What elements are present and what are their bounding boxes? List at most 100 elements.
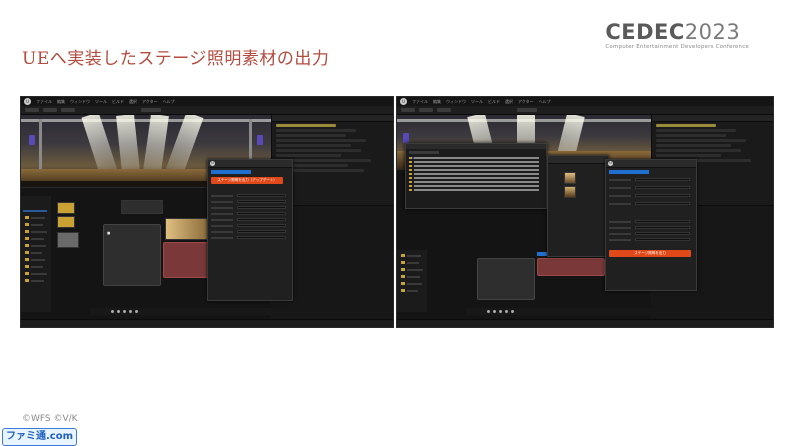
sequencer-timeline[interactable] [91, 308, 271, 315]
folder-tree-item[interactable] [31, 231, 47, 233]
property-row[interactable] [211, 206, 286, 209]
step-icon[interactable] [135, 310, 138, 313]
file-row[interactable] [409, 173, 539, 175]
toolbar-button[interactable] [419, 108, 433, 112]
menu-item-edit[interactable]: 編集 [433, 99, 441, 105]
toolbar-button[interactable] [25, 108, 39, 112]
menu-item-file[interactable]: ファイル [412, 99, 428, 105]
folder-tree-item[interactable] [407, 283, 422, 285]
property-row[interactable] [211, 212, 286, 215]
folder-tree-item[interactable] [407, 269, 423, 271]
menu-item-select[interactable]: 選択 [505, 99, 513, 105]
property-row[interactable] [211, 224, 286, 227]
step-icon[interactable] [129, 310, 132, 313]
play-button[interactable] [141, 108, 161, 112]
outliner-row[interactable] [276, 129, 356, 132]
sequencer-timeline[interactable] [467, 308, 651, 315]
outliner-row[interactable] [276, 149, 361, 152]
outliner-row[interactable] [656, 139, 746, 142]
outliner-row[interactable] [656, 149, 741, 152]
unreal-logo-icon[interactable]: U [24, 98, 31, 105]
tool-panel-tab[interactable] [609, 170, 649, 174]
outliner-row[interactable] [276, 124, 336, 127]
menu-item-actor[interactable]: アクター [142, 99, 158, 105]
property-row[interactable] [609, 226, 690, 229]
folder-tree-item[interactable] [31, 266, 43, 268]
property-row[interactable] [211, 230, 286, 233]
menu-item-window[interactable]: ウィンドウ [70, 99, 90, 105]
folder-tree-item[interactable] [407, 276, 420, 278]
folder-tree-item[interactable] [31, 259, 45, 261]
menu-item-actor[interactable]: アクター [518, 99, 534, 105]
property-row[interactable] [609, 194, 690, 197]
folder-tree-item[interactable] [31, 238, 44, 240]
graph-node-selected[interactable] [537, 258, 605, 276]
file-row[interactable] [409, 189, 539, 191]
folder-tree-item[interactable] [31, 252, 42, 254]
asset-folder-thumbnail[interactable] [57, 216, 75, 228]
folder-tree-item[interactable] [23, 210, 47, 212]
file-row[interactable] [409, 157, 539, 159]
asset-thumbnail[interactable] [564, 172, 576, 184]
outliner-row[interactable] [276, 154, 341, 157]
property-row[interactable] [609, 220, 690, 223]
outliner-row[interactable] [656, 129, 736, 132]
graph-node-selected[interactable] [163, 242, 209, 278]
file-row[interactable] [409, 181, 539, 183]
stage-preview-thumbnail[interactable] [165, 218, 209, 240]
step-icon[interactable] [117, 310, 120, 313]
step-icon[interactable] [493, 310, 496, 313]
export-stage-light-button[interactable]: ステージ照明を出力（アップデート） [211, 177, 283, 184]
asset-thumbnail[interactable] [564, 186, 576, 198]
file-row[interactable] [409, 177, 539, 179]
menu-item-build[interactable]: ビルド [112, 99, 124, 105]
folder-tree-item[interactable] [31, 217, 45, 219]
toolbar-button[interactable] [401, 108, 415, 112]
outliner-row[interactable] [656, 144, 731, 147]
folder-tree-item[interactable] [407, 262, 419, 264]
property-row[interactable] [211, 236, 286, 239]
play-button[interactable] [517, 108, 537, 112]
property-row[interactable] [609, 202, 690, 205]
menu-item-select[interactable]: 選択 [129, 99, 137, 105]
outliner-row[interactable] [656, 154, 721, 157]
step-icon[interactable] [499, 310, 502, 313]
toolbar-button[interactable] [437, 108, 451, 112]
folder-tree-item[interactable] [407, 255, 421, 257]
file-row[interactable] [409, 165, 539, 167]
file-row[interactable] [409, 161, 539, 163]
menu-item-tools[interactable]: ツール [471, 99, 483, 105]
play-icon[interactable] [487, 310, 490, 313]
folder-tree-item[interactable] [31, 280, 44, 282]
property-row[interactable] [609, 232, 690, 235]
outliner-row[interactable] [276, 139, 366, 142]
file-row[interactable] [409, 169, 539, 171]
folder-tree-item[interactable] [31, 245, 46, 247]
property-row[interactable] [609, 186, 690, 189]
toolbar-button[interactable] [61, 108, 75, 112]
menu-item-help[interactable]: ヘルプ [539, 99, 551, 105]
outliner-row[interactable] [276, 134, 346, 137]
property-row[interactable] [211, 218, 286, 221]
menu-item-build[interactable]: ビルド [488, 99, 500, 105]
graph-node[interactable]: ■ [103, 224, 161, 286]
dialog-path-field[interactable] [409, 151, 439, 154]
step-icon[interactable] [511, 310, 514, 313]
property-row[interactable] [609, 238, 690, 241]
asset-thumbnail[interactable] [57, 232, 79, 248]
step-icon[interactable] [505, 310, 508, 313]
outliner-row[interactable] [276, 144, 351, 147]
step-icon[interactable] [123, 310, 126, 313]
menu-item-file[interactable]: ファイル [36, 99, 52, 105]
folder-tree-item[interactable] [407, 290, 418, 292]
menu-item-help[interactable]: ヘルプ [163, 99, 175, 105]
file-row[interactable] [409, 185, 539, 187]
folder-tree-item[interactable] [31, 273, 47, 275]
tool-panel-tab[interactable] [211, 170, 251, 174]
menu-item-edit[interactable]: 編集 [57, 99, 65, 105]
folder-tree-item[interactable] [31, 224, 43, 226]
export-stage-light-button[interactable]: ステージ照明を出力 [609, 250, 691, 257]
graph-node[interactable] [477, 258, 535, 300]
outliner-row[interactable] [656, 124, 716, 127]
property-row[interactable] [211, 200, 286, 203]
